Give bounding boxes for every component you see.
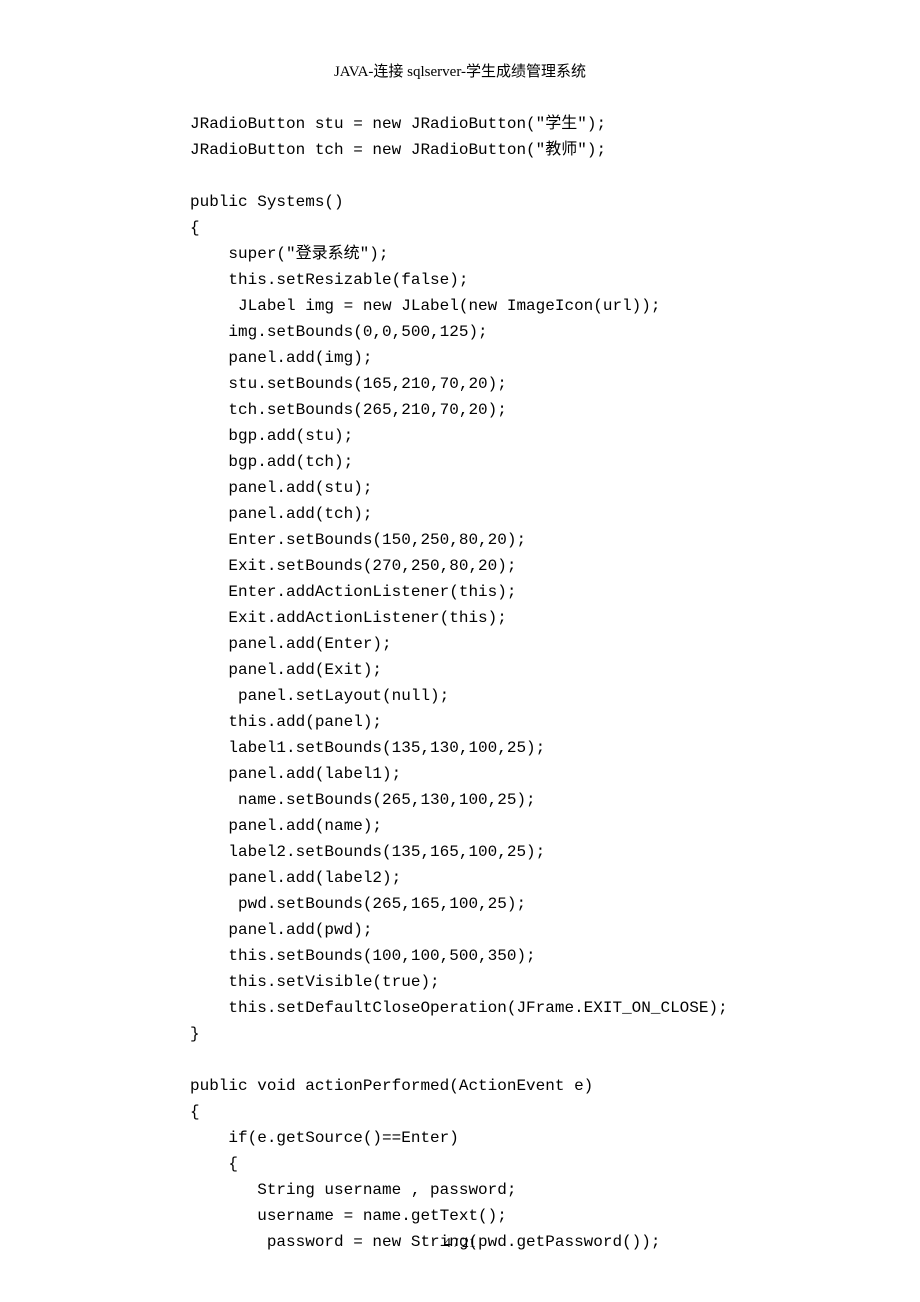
- page-header: JAVA-连接 sqlserver-学生成绩管理系统: [90, 60, 830, 81]
- code-content: JRadioButton stu = new JRadioButton("学生"…: [190, 111, 830, 1255]
- document-page: JAVA-连接 sqlserver-学生成绩管理系统 JRadioButton …: [0, 0, 920, 1302]
- page-number: 4 / 21: [0, 1236, 920, 1252]
